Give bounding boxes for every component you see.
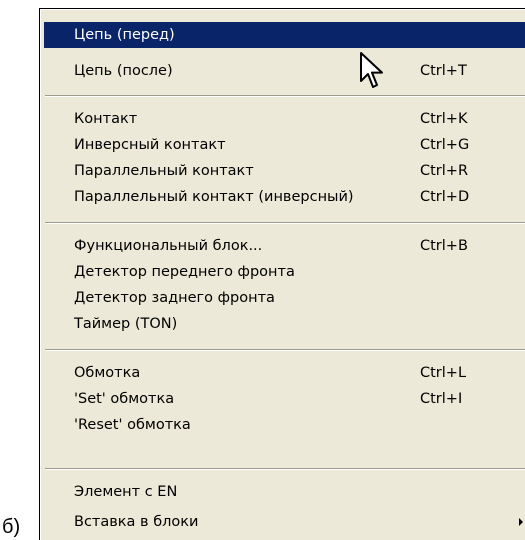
menu-item-parallel-inverse-contact[interactable]: Параллельный контакт (инверсный) Ctrl+D <box>44 184 525 210</box>
menu-item-element-with-en[interactable]: Элемент с EN <box>44 479 525 505</box>
menu-item-label: Контакт <box>74 111 138 127</box>
menu-separator <box>45 468 525 470</box>
menu-item-label: 'Reset' обмотка <box>74 417 191 433</box>
arrow-cursor-icon <box>360 52 383 88</box>
menu-item-label: Параллельный контакт (инверсный) <box>74 189 354 205</box>
menu-item-shortcut: Ctrl+B <box>420 238 468 254</box>
submenu-arrow-icon <box>519 518 523 526</box>
menu-item-label: Цепь (перед) <box>74 27 175 43</box>
menu-item-shortcut: Ctrl+G <box>420 137 470 153</box>
menu-item-label: Параллельный контакт <box>74 163 254 179</box>
menu-item-label: Цепь (после) <box>74 63 173 79</box>
menu-item-rising-edge-detector[interactable]: Детектор переднего фронта <box>44 259 525 285</box>
menu-item-label: Инверсный контакт <box>74 137 226 153</box>
caption: б) <box>2 516 21 538</box>
menu-item-label: Функциональный блок... <box>74 238 263 254</box>
menu-item-set-coil[interactable]: 'Set' обмотка Ctrl+I <box>44 386 525 412</box>
menu-item-contact[interactable]: Контакт Ctrl+K <box>44 106 525 132</box>
menu-separator <box>45 222 525 224</box>
menu-item-shortcut: Ctrl+R <box>420 163 469 179</box>
menu-item-label: Вставка в блоки <box>74 514 199 530</box>
menu-item-falling-edge-detector[interactable]: Детектор заднего фронта <box>44 285 525 311</box>
menu-item-shortcut: Ctrl+D <box>420 189 470 205</box>
menu-item-shortcut: Ctrl+I <box>420 391 463 407</box>
menu-separator <box>45 95 525 97</box>
menu-item-insert-into-blocks[interactable]: Вставка в блоки <box>44 509 525 535</box>
menu-item-shortcut: Ctrl+L <box>420 365 467 381</box>
menu-separator <box>45 349 525 351</box>
menu-item-function-block[interactable]: Функциональный блок... Ctrl+B <box>44 233 525 259</box>
menu-item-label: 'Set' обмотка <box>74 391 175 407</box>
menu-item-label: Детектор заднего фронта <box>74 290 275 306</box>
menu-item-reset-coil[interactable]: 'Reset' обмотка <box>44 412 525 438</box>
menu-item-coil[interactable]: Обмотка Ctrl+L <box>44 360 525 386</box>
menu-item-label: Обмотка <box>74 365 141 381</box>
menu-item-label: Таймер (TON) <box>74 316 178 332</box>
menu-item-rung-before[interactable]: Цепь (перед) <box>44 22 525 48</box>
menu-item-inverse-contact[interactable]: Инверсный контакт Ctrl+G <box>44 132 525 158</box>
context-menu: Цепь (перед) Цепь (после) Ctrl+T Контакт… <box>39 8 525 540</box>
menu-item-label: Детектор переднего фронта <box>74 264 295 280</box>
menu-item-parallel-contact[interactable]: Параллельный контакт Ctrl+R <box>44 158 525 184</box>
menu-item-shortcut: Ctrl+T <box>420 63 467 79</box>
menu-item-shortcut: Ctrl+K <box>420 111 468 127</box>
menu-item-timer-ton[interactable]: Таймер (TON) <box>44 311 525 337</box>
menu-item-rung-after[interactable]: Цепь (после) Ctrl+T <box>44 58 525 84</box>
menu-item-label: Элемент с EN <box>74 484 178 500</box>
